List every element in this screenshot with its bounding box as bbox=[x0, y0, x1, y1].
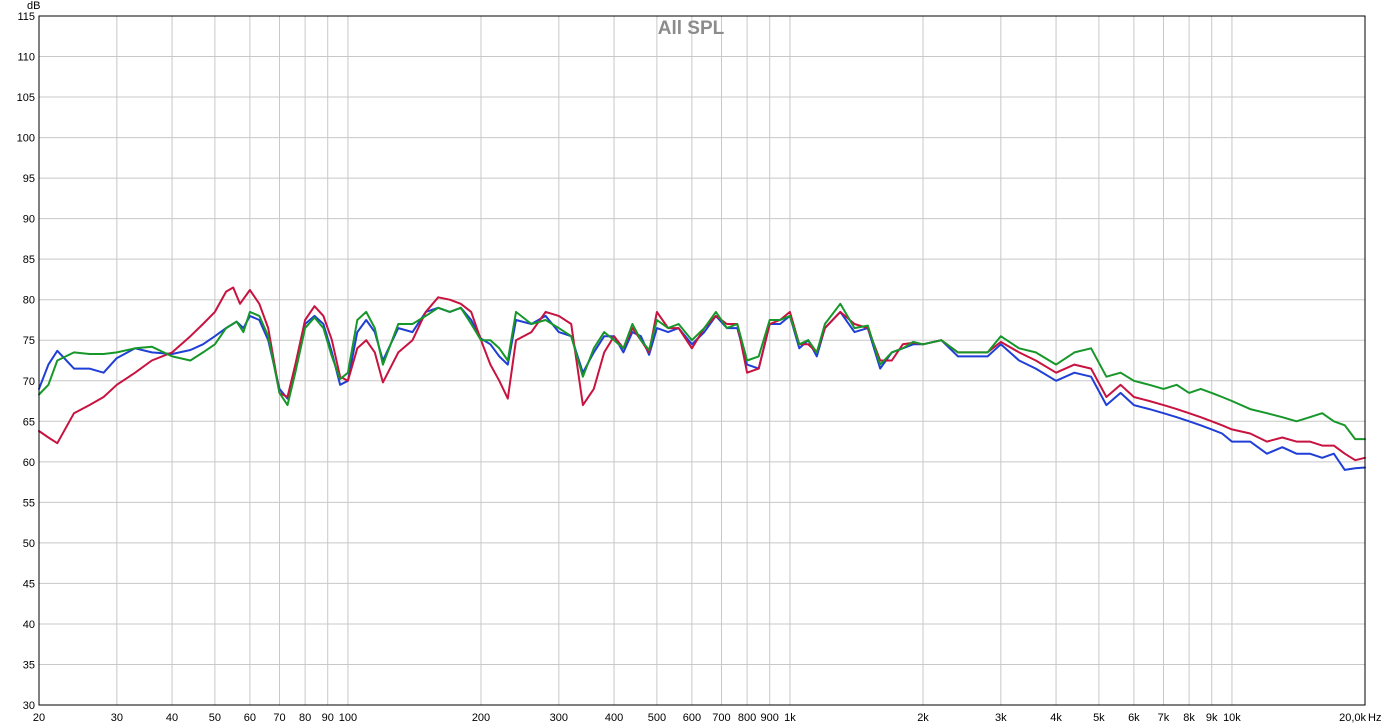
y-tick-label: 40 bbox=[23, 619, 35, 631]
x-tick-label: 800 bbox=[738, 712, 756, 724]
y-tick-label: 115 bbox=[17, 11, 35, 23]
x-tick-label: 100 bbox=[339, 712, 357, 724]
chart-title: All SPL bbox=[658, 18, 725, 39]
x-tick-label: 500 bbox=[648, 712, 666, 724]
y-tick-label: 50 bbox=[23, 538, 35, 550]
x-tick-label: 7k bbox=[1158, 712, 1170, 724]
series-group bbox=[38, 286, 1366, 471]
x-tick-label: 80 bbox=[299, 712, 311, 724]
y-tick-label: 70 bbox=[23, 376, 35, 388]
x-tick-label: 40 bbox=[166, 712, 178, 724]
x-tick-label: 1k bbox=[784, 712, 796, 724]
series-line-3 bbox=[38, 302, 1366, 441]
grid bbox=[38, 15, 1366, 706]
x-tick-label: 200 bbox=[472, 712, 490, 724]
x-tick-label: 70 bbox=[273, 712, 285, 724]
spl-chart: 30 35 40 45 50 55 60 65 70 75 80 85 90 95 100 105 110 115… bbox=[0, 0, 1382, 727]
y-tick-label: 85 bbox=[23, 254, 35, 266]
x-tick-label: 900 bbox=[761, 712, 779, 724]
x-tick-label: 400 bbox=[605, 712, 623, 724]
y-tick-label: 55 bbox=[23, 497, 35, 509]
x-tick-label: 300 bbox=[550, 712, 568, 724]
x-tick-label: 90 bbox=[322, 712, 334, 724]
y-axis-label: dB bbox=[27, 0, 40, 12]
x-axis-unit-label: Hz bbox=[1368, 712, 1381, 724]
plot-frame bbox=[38, 15, 1366, 706]
x-tick-label: 2k bbox=[917, 712, 929, 724]
y-tick-label: 105 bbox=[17, 92, 35, 104]
y-tick-label: 90 bbox=[23, 214, 35, 226]
x-axis-ticks: 20 30 40 50 60 70 80 90 100 200 300 400 500 600 700 800… bbox=[33, 712, 1367, 724]
x-tick-label: 20 bbox=[33, 712, 45, 724]
x-tick-label: 3k bbox=[995, 712, 1007, 724]
x-tick-label: 5k bbox=[1093, 712, 1105, 724]
x-tick-label: 600 bbox=[683, 712, 701, 724]
x-tick-label: 60 bbox=[244, 712, 256, 724]
x-tick-label: 10k bbox=[1223, 712, 1241, 724]
y-tick-label: 35 bbox=[23, 659, 35, 671]
series-line-2 bbox=[38, 286, 1366, 462]
y-tick-label: 45 bbox=[23, 578, 35, 590]
y-tick-label: 65 bbox=[23, 416, 35, 428]
x-tick-label: 50 bbox=[209, 712, 221, 724]
y-tick-label: 80 bbox=[23, 295, 35, 307]
x-tick-label: 30 bbox=[111, 712, 123, 724]
y-tick-label: 110 bbox=[17, 52, 35, 64]
y-tick-label: 95 bbox=[23, 173, 35, 185]
x-tick-label: 20,0k bbox=[1339, 712, 1366, 724]
x-tick-label: 9k bbox=[1206, 712, 1218, 724]
y-tick-label: 30 bbox=[23, 700, 35, 712]
y-tick-label: 75 bbox=[23, 335, 35, 347]
y-tick-label: 100 bbox=[17, 133, 35, 145]
y-tick-label: 60 bbox=[23, 457, 35, 469]
chart-canvas: 30 35 40 45 50 55 60 65 70 75 80 85 90 95 100 105 110 115… bbox=[17, 0, 1382, 724]
y-axis-ticks: 30 35 40 45 50 55 60 65 70 75 80 85 90 95 100 105 110 115 bbox=[17, 11, 35, 712]
x-tick-label: 700 bbox=[712, 712, 730, 724]
x-tick-label: 8k bbox=[1183, 712, 1195, 724]
x-tick-label: 4k bbox=[1050, 712, 1062, 724]
x-tick-label: 6k bbox=[1128, 712, 1140, 724]
